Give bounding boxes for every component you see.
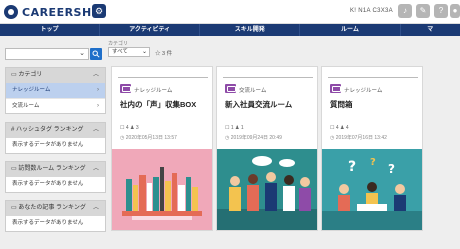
empty-message: 表示するデータがありません bbox=[12, 220, 84, 226]
room-title[interactable]: 社内の「声」収集BOX bbox=[120, 99, 196, 110]
room-type-icon bbox=[225, 84, 236, 93]
visited-ranking-panel: ▭ 訪問数ルーム ランキング ︿ 表示するデータがありません bbox=[5, 161, 106, 193]
room-type-label: ナレッジルーム bbox=[134, 88, 173, 94]
svg-text:?: ? bbox=[388, 162, 395, 176]
hashtag-ranking-panel: # ハッシュタグ ランキング ︿ 表示するデータがありません bbox=[5, 122, 106, 154]
svg-text:?: ? bbox=[370, 157, 376, 168]
room-title[interactable]: 質問箱 bbox=[330, 99, 353, 110]
nav-skill[interactable]: スキル開発 bbox=[200, 24, 299, 36]
chevron-up-icon: ︿ bbox=[92, 205, 99, 211]
chevron-right-icon: › bbox=[97, 103, 99, 109]
nav-top[interactable]: トップ bbox=[0, 24, 99, 36]
posts-ranking-header[interactable]: ▭ あなたの記事 ランキング ︿ bbox=[6, 201, 105, 216]
main-nav: トップ アクティビティ スキル開発 ルーム マ bbox=[0, 24, 460, 36]
room-stats: ☐ 1 ♟ 1 bbox=[225, 125, 244, 131]
nav-room[interactable]: ルーム bbox=[300, 24, 399, 36]
menu-toggle-button[interactable]: ⚙ bbox=[92, 4, 106, 18]
comment-icon[interactable]: ✎ bbox=[416, 4, 430, 18]
app-header: CAREERSHIP ⚙ K! N1A C3X3A ♪ ✎ ? ● bbox=[0, 0, 460, 24]
visited-ranking-header[interactable]: ▭ 訪問数ルーム ランキング ︿ bbox=[6, 162, 105, 177]
room-type-label: ナレッジルーム bbox=[344, 88, 383, 94]
chevron-right-icon: › bbox=[97, 87, 99, 93]
sidebar-item-exchange[interactable]: 交流ルーム › bbox=[6, 98, 105, 113]
room-type-icon bbox=[330, 84, 341, 93]
hashtag-ranking-title: # ハッシュタグ ランキング bbox=[11, 127, 84, 133]
room-stats: ☐ 4 ♟ 4 bbox=[330, 125, 349, 131]
room-card[interactable]: ナレッジルーム 質問箱 ☐ 4 ♟ 4 ◷ 2019年07月16日 13:42 … bbox=[321, 66, 423, 231]
user-icon[interactable]: ● bbox=[450, 4, 460, 18]
search-button[interactable] bbox=[90, 48, 102, 60]
category-filter-label: カテゴリ bbox=[108, 41, 129, 47]
card-divider bbox=[328, 77, 418, 78]
bell-icon[interactable]: ♪ bbox=[398, 4, 412, 18]
sidebar-item-label: ナレッジルーム bbox=[12, 87, 51, 93]
room-stats: ☐ 4 ♟ 3 bbox=[120, 125, 139, 131]
empty-message: 表示するデータがありません bbox=[12, 181, 84, 187]
chevron-up-icon: ︿ bbox=[92, 166, 99, 172]
category-panel-header[interactable]: ▭ カテゴリ ︿ bbox=[6, 68, 105, 83]
card-divider bbox=[118, 77, 208, 78]
help-icon[interactable]: ? bbox=[434, 4, 448, 18]
visited-ranking-title: 訪問数ルーム ランキング bbox=[18, 166, 86, 172]
category-panel: ▭ カテゴリ ︿ ナレッジルーム › 交流ルーム › bbox=[5, 67, 106, 114]
room-card[interactable]: ナレッジルーム 社内の「声」収集BOX ☐ 4 ♟ 3 ◷ 2020年05月13… bbox=[111, 66, 213, 231]
category-panel-title: カテゴリ bbox=[18, 72, 43, 78]
hashtag-ranking-header[interactable]: # ハッシュタグ ランキング ︿ bbox=[6, 123, 105, 138]
chevron-up-icon: ︿ bbox=[92, 127, 99, 133]
room-illustration-people bbox=[217, 149, 317, 230]
room-type-label: 交流ルーム bbox=[239, 88, 267, 94]
result-count: ☆ 3 件 bbox=[155, 51, 173, 57]
sidebar-item-knowledge[interactable]: ナレッジルーム › bbox=[6, 83, 105, 98]
user-name[interactable]: K! N1A C3X3A bbox=[350, 8, 393, 14]
chevron-up-icon: ︿ bbox=[92, 72, 99, 78]
search-icon bbox=[92, 50, 100, 58]
room-illustration-books bbox=[112, 149, 212, 230]
sidebar-item-label: 交流ルーム bbox=[12, 103, 40, 109]
card-divider bbox=[223, 77, 313, 78]
svg-text:?: ? bbox=[348, 159, 356, 175]
category-filter-value: すべて bbox=[112, 49, 128, 55]
posts-ranking-title: あなたの記事 ランキング bbox=[18, 205, 86, 211]
nav-more[interactable]: マ bbox=[401, 24, 460, 36]
nav-activity[interactable]: アクティビティ bbox=[100, 24, 199, 36]
room-illustration-questions: ? ? ? bbox=[322, 149, 422, 230]
empty-message: 表示するデータがありません bbox=[12, 142, 84, 148]
room-date: ◷ 2019年07月16日 13:42 bbox=[330, 135, 387, 141]
room-date: ◷ 2019年09月24日 20:49 bbox=[225, 135, 282, 141]
posts-ranking-panel: ▭ あなたの記事 ランキング ︿ 表示するデータがありません bbox=[5, 200, 106, 232]
room-card[interactable]: 交流ルーム 新入社員交流ルーム ☐ 1 ♟ 1 ◷ 2019年09月24日 20… bbox=[216, 66, 318, 231]
category-filter-select[interactable]: すべて ⌄ bbox=[108, 47, 150, 57]
logo[interactable]: CAREERSHIP bbox=[4, 4, 105, 20]
room-title[interactable]: 新入社員交流ルーム bbox=[225, 99, 292, 110]
room-date: ◷ 2020年05月13日 13:57 bbox=[120, 135, 177, 141]
chevron-down-icon: ⌄ bbox=[79, 50, 85, 57]
search-select[interactable]: ⌄ bbox=[5, 48, 89, 60]
chevron-down-icon: ⌄ bbox=[141, 49, 147, 55]
room-type-icon bbox=[120, 84, 131, 93]
logo-mark-icon bbox=[4, 5, 18, 19]
